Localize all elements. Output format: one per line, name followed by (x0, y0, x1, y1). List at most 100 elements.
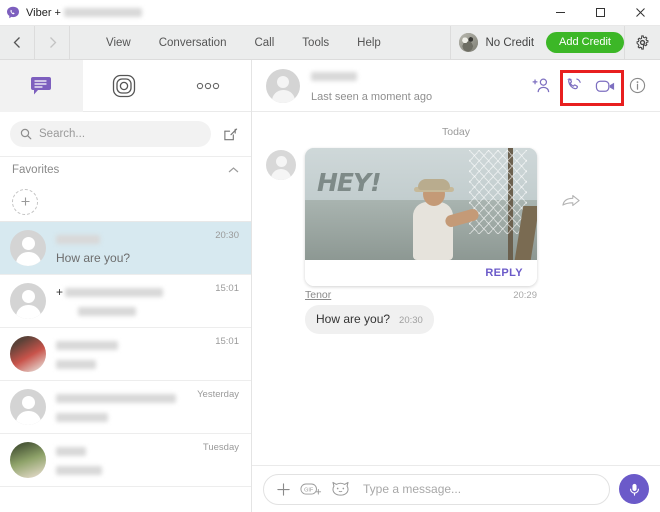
viber-window: Viber + View Conversation Call Tools Hel… (0, 0, 660, 512)
chat-list-item-3[interactable]: Yesterday (0, 381, 251, 434)
chat-name-redacted (56, 340, 118, 350)
sticker-cat-icon[interactable] (331, 481, 350, 497)
menu-item-view[interactable]: View (92, 26, 145, 60)
chat-time: 15:01 (215, 336, 239, 347)
chat-preview (56, 463, 235, 477)
chat-name-prefix: + (56, 284, 64, 299)
menu-item-call[interactable]: Call (240, 26, 288, 60)
message-composer: GIF Type a message... (252, 465, 660, 512)
chat-list[interactable]: How are you? 20:30 + 15:01 15:01 Yesterd… (0, 222, 251, 512)
menu-item-help[interactable]: Help (343, 26, 395, 60)
forward-button[interactable] (35, 26, 69, 60)
avatar (266, 150, 296, 180)
gear-icon (636, 35, 649, 50)
video-call-button[interactable] (594, 75, 616, 97)
phone-icon (566, 78, 581, 90)
message-text-content: How are you? (316, 312, 391, 326)
search-placeholder: Search... (39, 128, 86, 140)
favorites-header[interactable]: Favorites (0, 156, 251, 182)
chat-preview (56, 304, 235, 318)
chat-name-redacted (65, 287, 164, 297)
settings-button[interactable] (624, 25, 660, 60)
gif-icon[interactable]: GIF (300, 482, 322, 497)
more-dots-icon (197, 82, 220, 89)
compose-button[interactable] (219, 127, 241, 142)
message-bubble[interactable]: How are you? 20:30 (305, 305, 434, 334)
day-separator: Today (441, 126, 471, 138)
menu-item-conversation[interactable]: Conversation (145, 26, 241, 60)
voice-message-button[interactable] (619, 474, 649, 504)
chat-time: Yesterday (197, 389, 239, 400)
menu-item-tools[interactable]: Tools (288, 26, 343, 60)
window-title: Viber + (26, 7, 142, 19)
contact-name-redacted (311, 72, 357, 82)
chat-preview-redacted (78, 306, 136, 316)
add-participant-button[interactable] (530, 75, 552, 97)
chat-bubble-icon (31, 76, 52, 94)
contact-info: Last seen a moment ago (311, 68, 519, 103)
chat-list-item-0[interactable]: How are you? 20:30 (0, 222, 251, 275)
message-gif: HEY! REPLY (266, 148, 646, 286)
chat-time: 20:30 (215, 230, 239, 241)
credit-status-label: No Credit (485, 36, 535, 49)
maximize-button[interactable] (580, 0, 620, 26)
menu-bar: View Conversation Call Tools Help No Cre… (0, 25, 660, 60)
gif-source-link[interactable]: Tenor (305, 289, 331, 301)
chat-preview (56, 357, 235, 371)
app-body: Search... Favorites How are you? 20:30 +… (0, 59, 660, 512)
chat-list-item-1[interactable]: + 15:01 (0, 275, 251, 328)
window-title-text: Viber + (26, 6, 61, 19)
add-credit-button[interactable]: Add Credit (546, 32, 624, 53)
avatar (10, 336, 46, 372)
forward-message-button[interactable] (562, 194, 580, 213)
message-input[interactable]: GIF Type a message... (263, 473, 610, 505)
chat-name: + (56, 285, 235, 299)
chat-name-redacted (56, 393, 176, 403)
gif-image[interactable]: HEY! (305, 148, 537, 260)
audio-call-button[interactable] (562, 75, 584, 97)
chat-name-redacted (56, 446, 86, 456)
back-button[interactable] (0, 26, 34, 60)
window-title-redacted-number (63, 8, 142, 17)
minimize-button[interactable] (540, 0, 580, 26)
search-icon (20, 128, 32, 140)
search-input[interactable]: Search... (10, 121, 211, 147)
message-text: How are you? 20:30 (305, 305, 646, 334)
sidebar-tab-explore[interactable] (83, 60, 166, 112)
contact-name (311, 68, 519, 86)
gif-card[interactable]: HEY! REPLY (305, 148, 537, 286)
favorites-row (0, 182, 251, 222)
credit-status[interactable]: No Credit (450, 25, 546, 60)
gif-source-row: Tenor 20:29 (305, 289, 537, 301)
sidebar-tab-more[interactable] (165, 60, 251, 112)
menu-items: View Conversation Call Tools Help (92, 26, 395, 60)
avatar (459, 33, 479, 52)
svg-text:GIF: GIF (304, 487, 314, 493)
conversation-info-button[interactable] (626, 75, 648, 97)
avatar (266, 68, 300, 103)
chevron-up-icon (228, 166, 239, 172)
avatar (10, 389, 46, 425)
add-person-icon (532, 78, 549, 93)
avatar (10, 442, 46, 478)
avatar (10, 283, 46, 319)
forward-arrow-icon (562, 195, 580, 207)
chat-preview-redacted (56, 412, 108, 422)
explore-circle-icon (112, 74, 136, 97)
sidebar-tab-chats[interactable] (0, 59, 83, 112)
chat-list-item-2[interactable]: 15:01 (0, 328, 251, 381)
chat-list-item-4[interactable]: Tuesday (0, 434, 251, 487)
contact-status: Last seen a moment ago (311, 91, 433, 103)
close-button[interactable] (620, 0, 660, 26)
add-favorite-button[interactable] (12, 188, 38, 215)
plus-icon[interactable] (276, 482, 291, 497)
sidebar-tabs (0, 59, 251, 112)
viber-logo-icon (0, 6, 26, 20)
chat-time: 15:01 (215, 283, 239, 294)
reply-button[interactable]: REPLY (485, 267, 523, 279)
gif-caption: HEY! (317, 168, 382, 197)
conversation-actions (530, 75, 648, 97)
conversation-pane: Last seen a moment ago Today HEY! REPLY … (252, 60, 660, 512)
chat-name-redacted (56, 234, 100, 244)
conversation-header: Last seen a moment ago (252, 60, 660, 112)
